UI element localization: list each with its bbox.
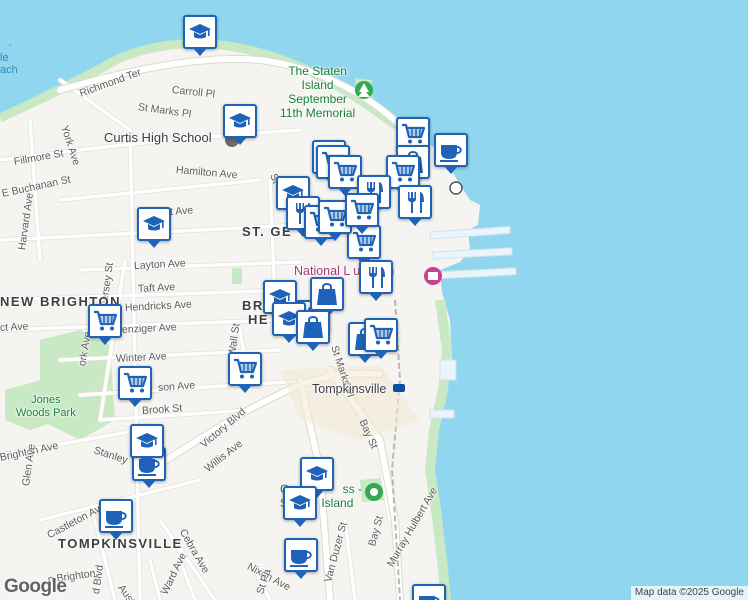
bag-icon: [317, 283, 337, 305]
cart-marker[interactable]: [118, 366, 152, 407]
street-partial-ave: t Ave: [169, 204, 194, 218]
coffee-icon: [419, 596, 440, 600]
cart-marker[interactable]: [345, 193, 379, 234]
school-marker[interactable]: [223, 104, 257, 145]
tompkinsville-station-label[interactable]: Tompkinsville: [312, 382, 386, 396]
fork-icon: [369, 267, 385, 288]
school-icon: [189, 24, 211, 39]
school-icon: [136, 433, 158, 448]
school-marker[interactable]: [137, 207, 171, 248]
cart-icon: [392, 161, 416, 182]
district-st-george: ST. GE: [242, 224, 293, 239]
cart-icon: [351, 199, 375, 220]
cart-icon: [124, 372, 148, 393]
school-icon: [289, 495, 311, 510]
water-label: le ach: [0, 52, 18, 76]
coffee-marker[interactable]: [99, 499, 133, 540]
memorial-label[interactable]: The Staten Island September 11th Memoria…: [280, 64, 355, 120]
map-attribution[interactable]: Map data ©2025 Google: [630, 586, 748, 600]
subway-icon-tompkinsville: [393, 384, 405, 392]
school-marker[interactable]: [283, 486, 317, 527]
jones-woods-park-label[interactable]: Jones Woods Park: [16, 394, 76, 420]
coffee-icon: [290, 550, 312, 567]
coffee-marker[interactable]: [412, 584, 446, 600]
school-icon: [306, 466, 328, 481]
cart-icon: [234, 358, 258, 379]
bag-marker[interactable]: [296, 310, 330, 351]
school-icon: [229, 113, 251, 128]
coffee-marker[interactable]: [434, 133, 468, 174]
coffee-marker[interactable]: [284, 538, 318, 579]
fork-icon: [408, 192, 424, 213]
bag-marker[interactable]: [310, 277, 344, 318]
school-marker[interactable]: [183, 15, 217, 56]
street-ct-ave: ct Ave: [0, 320, 29, 334]
fork-marker[interactable]: [398, 185, 432, 226]
cart-marker[interactable]: [88, 304, 122, 345]
cart-marker[interactable]: [386, 155, 420, 196]
fork-marker[interactable]: [359, 260, 393, 301]
map-canvas[interactable]: le ach Richmond Ter Carroll Pl St Marks …: [0, 0, 748, 600]
cart-marker[interactable]: [228, 352, 262, 393]
coffee-icon: [105, 511, 127, 528]
cart-icon: [402, 123, 426, 144]
ferry-icon: [449, 181, 463, 195]
cart-icon: [94, 310, 118, 331]
district-brighton-heights-2: HE: [248, 312, 270, 327]
coffee-icon: [440, 145, 462, 162]
school-icon: [143, 216, 165, 231]
google-logo: Google: [4, 576, 67, 597]
cart-icon: [370, 324, 394, 345]
cart-marker[interactable]: [364, 318, 398, 359]
school-marker[interactable]: [130, 424, 164, 465]
bag-icon: [303, 316, 323, 338]
cart-icon: [334, 161, 358, 182]
street-taft-ave: Taft Ave: [137, 281, 176, 295]
curtis-high-school-label[interactable]: Curtis High School: [104, 130, 212, 145]
